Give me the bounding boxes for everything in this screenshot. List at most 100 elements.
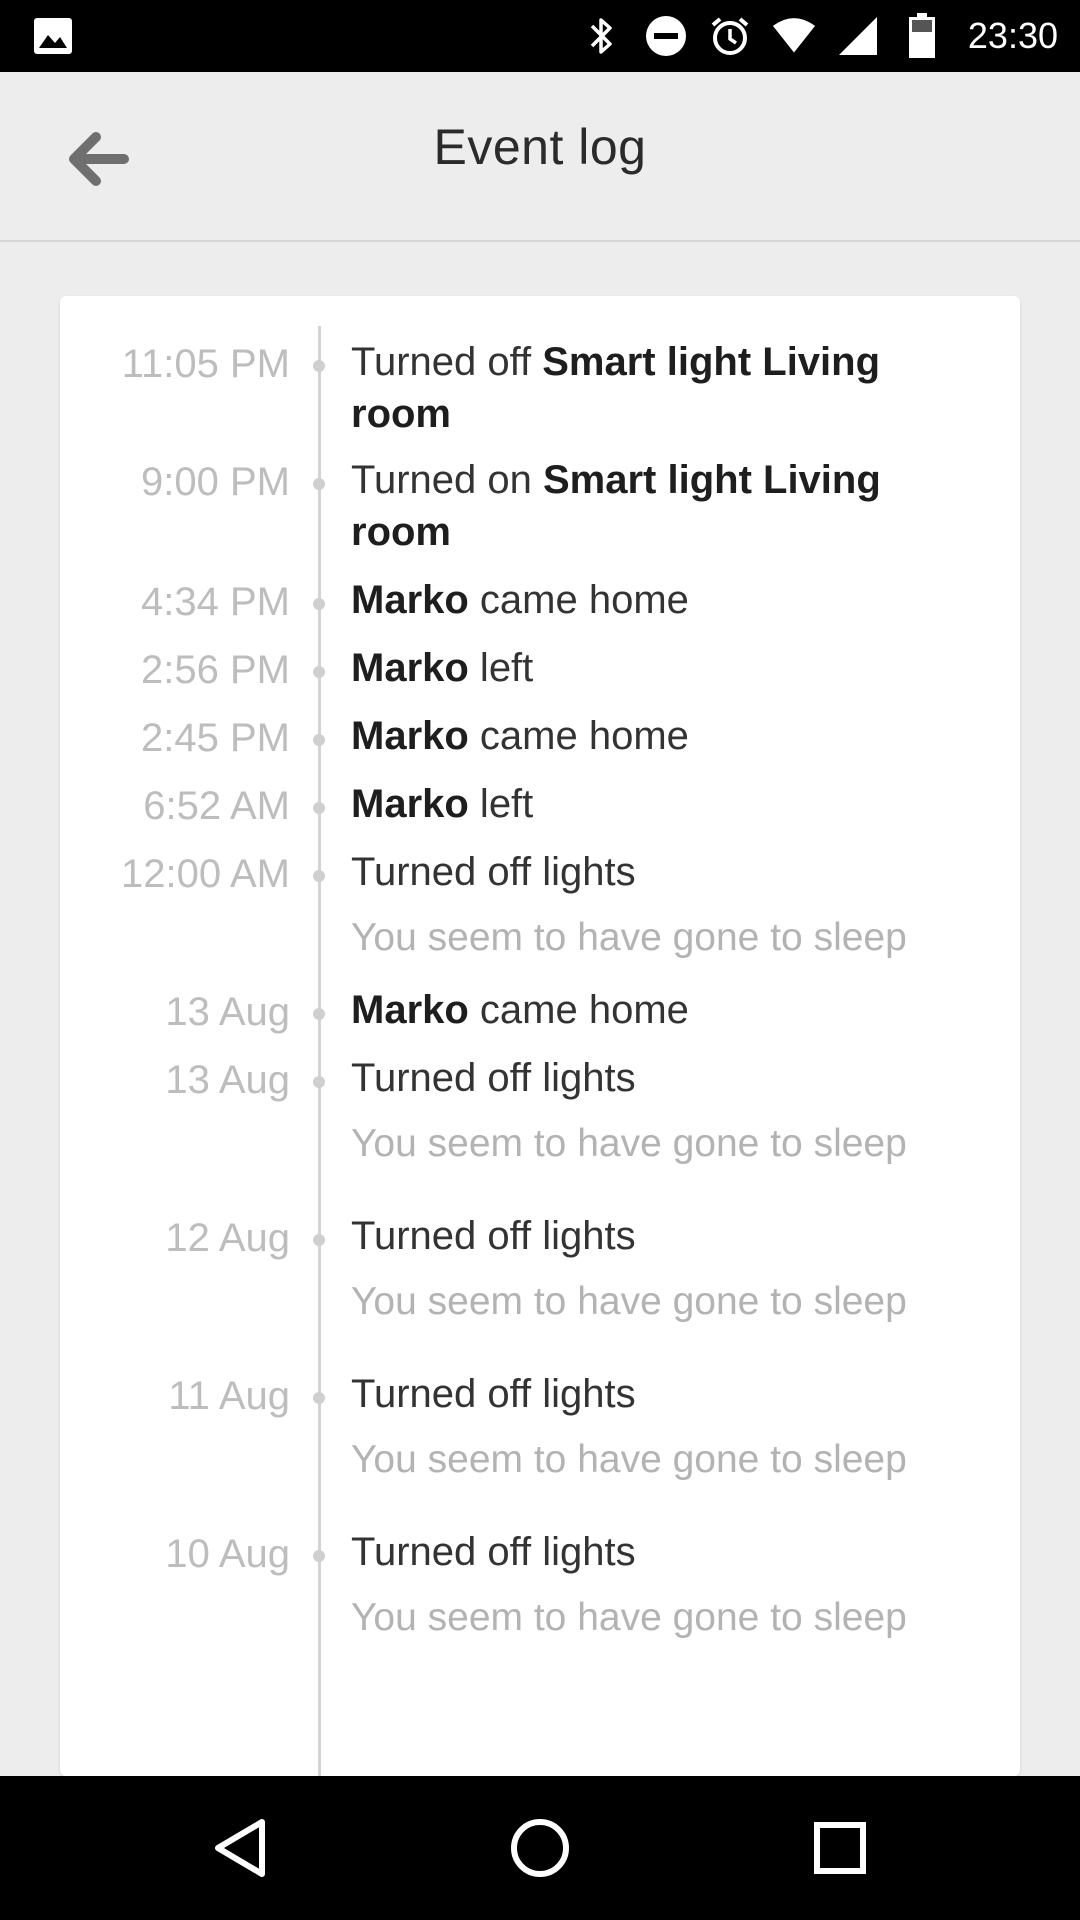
timeline-dot xyxy=(313,666,325,678)
event-content: Turned off lights You seem to have gone t… xyxy=(351,1526,971,1644)
event-text: Turned off lights xyxy=(351,1526,971,1578)
event-time: 13 Aug xyxy=(165,990,290,1034)
event-time: 9:00 PM xyxy=(141,460,290,504)
event-text-suffix: came home xyxy=(468,988,689,1032)
event-content: Turned off lights You seem to have gone t… xyxy=(351,1052,971,1170)
event-row: 2:45 PM Marko came home xyxy=(60,710,1020,762)
event-text: Marko came home xyxy=(351,710,971,762)
event-text-suffix: left xyxy=(468,646,534,690)
event-content: Turned off lights You seem to have gone t… xyxy=(351,1210,971,1328)
event-time: 11 Aug xyxy=(168,1374,290,1418)
event-content: Marko left xyxy=(351,778,971,830)
navigation-bar xyxy=(0,1776,1080,1920)
event-subtext: You seem to have gone to sleep xyxy=(351,1596,907,1639)
event-row: 11 Aug Turned off lights You seem to have … xyxy=(60,1368,1020,1486)
event-text: Turned off lights xyxy=(351,1052,971,1104)
timeline-dot xyxy=(313,1234,325,1246)
event-subject: Marko xyxy=(351,646,469,690)
timeline-dot xyxy=(313,1076,325,1088)
event-text: Marko came home xyxy=(351,574,971,626)
event-text-suffix: came home xyxy=(468,578,689,622)
event-log-card: 11:05 PM Turned off Smart light Living ro… xyxy=(60,296,1020,1776)
event-text: Turned off lights xyxy=(351,846,971,898)
event-text-prefix: Turned on xyxy=(351,458,543,502)
event-text: Turned on Smart light Living room xyxy=(351,454,971,558)
event-text-prefix: Turned off lights xyxy=(351,1530,636,1574)
timeline-dot xyxy=(313,360,325,372)
event-content: Turned off Smart light Living room xyxy=(351,336,971,440)
event-text-suffix: came home xyxy=(468,714,689,758)
nav-back-button[interactable] xyxy=(204,1812,276,1884)
event-row: 4:34 PM Marko came home xyxy=(60,574,1020,626)
image-icon xyxy=(34,18,72,54)
event-row: 10 Aug Turned off lights You seem to have … xyxy=(60,1526,1020,1644)
event-content: Turned off lights You seem to have gone t… xyxy=(351,846,971,964)
event-text: Turned off lights xyxy=(351,1368,971,1420)
event-subtext: You seem to have gone to sleep xyxy=(351,916,907,959)
nav-recents-button[interactable] xyxy=(804,1812,876,1884)
event-time: 12:00 AM xyxy=(120,852,290,896)
status-bar: 23:30 xyxy=(0,0,1080,72)
alarm-icon xyxy=(708,14,752,58)
event-content: Marko came home xyxy=(351,710,971,762)
event-text-prefix: Turned off lights xyxy=(351,1372,636,1416)
event-subtext: You seem to have gone to sleep xyxy=(351,1438,907,1481)
event-row: 2:56 PM Marko left xyxy=(60,642,1020,694)
event-text: Marko left xyxy=(351,642,971,694)
event-text-prefix: Turned off lights xyxy=(351,1214,636,1258)
event-content: Marko came home xyxy=(351,984,971,1036)
signal-icon xyxy=(836,14,880,58)
event-row: 12:00 AM Turned off lights You seem to hav… xyxy=(60,846,1020,964)
event-text: Turned off lights xyxy=(351,1210,971,1262)
event-time: 12 Aug xyxy=(165,1216,290,1260)
event-time: 2:45 PM xyxy=(141,716,290,760)
do-not-disturb-icon xyxy=(644,14,688,58)
event-subject: Marko xyxy=(351,578,469,622)
event-text: Marko left xyxy=(351,778,971,830)
event-text-suffix: left xyxy=(468,782,534,826)
timeline-dot xyxy=(313,1008,325,1020)
back-triangle-icon xyxy=(215,1819,265,1877)
event-time: 4:34 PM xyxy=(141,580,290,624)
event-text-prefix: Turned off lights xyxy=(351,1056,636,1100)
status-time: 23:30 xyxy=(967,15,1058,56)
event-time: 6:52 AM xyxy=(143,784,290,828)
event-text-prefix: Turned off lights xyxy=(351,850,636,894)
event-content: Turned off lights You seem to have gone t… xyxy=(351,1368,971,1486)
home-circle-icon xyxy=(511,1819,569,1877)
event-time: 10 Aug xyxy=(165,1532,290,1576)
event-subject: Marko xyxy=(351,988,469,1032)
timeline-dot xyxy=(313,870,325,882)
app-bar: Event log xyxy=(0,72,1080,242)
event-row: 13 Aug Marko came home xyxy=(60,984,1020,1036)
event-time: 11:05 PM xyxy=(121,342,290,386)
event-content: Marko came home xyxy=(351,574,971,626)
timeline-dot xyxy=(313,598,325,610)
timeline-dot xyxy=(313,1392,325,1404)
event-subject: Marko xyxy=(351,782,469,826)
event-content: Turned on Smart light Living room xyxy=(351,454,971,558)
event-row: 12 Aug Turned off lights You seem to have … xyxy=(60,1210,1020,1328)
event-time: 2:56 PM xyxy=(141,648,290,692)
event-list: 11:05 PM Turned off Smart light Living ro… xyxy=(60,336,1020,1644)
event-row: 9:00 PM Turned on Smart light Living room xyxy=(60,454,1020,558)
bluetooth-icon xyxy=(580,14,624,58)
event-time: 13 Aug xyxy=(165,1058,290,1102)
event-text: Marko came home xyxy=(351,984,971,1036)
event-text: Turned off Smart light Living room xyxy=(351,336,971,440)
event-subject: Marko xyxy=(351,714,469,758)
event-subtext: You seem to have gone to sleep xyxy=(351,1280,907,1323)
event-row: 6:52 AM Marko left xyxy=(60,778,1020,830)
event-subtext: You seem to have gone to sleep xyxy=(351,1122,907,1165)
timeline-dot xyxy=(313,478,325,490)
timeline-dot xyxy=(313,802,325,814)
page-title: Event log xyxy=(433,119,647,175)
recents-square-icon xyxy=(814,1822,866,1874)
event-text-prefix: Turned off xyxy=(351,340,543,384)
wifi-icon xyxy=(772,14,816,58)
battery-icon xyxy=(900,13,944,58)
nav-home-button[interactable] xyxy=(504,1812,576,1884)
timeline-dot xyxy=(313,734,325,746)
timeline-dot xyxy=(313,1550,325,1562)
event-content: Marko left xyxy=(351,642,971,694)
